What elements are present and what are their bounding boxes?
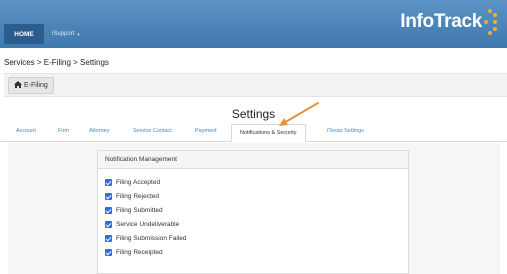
option-label: Service Undeliverable bbox=[116, 221, 180, 228]
checkbox-checked-icon[interactable] bbox=[105, 221, 112, 228]
option-label: Filing Receipted bbox=[116, 249, 163, 256]
option-label: Filing Submission Failed bbox=[116, 235, 187, 242]
notification-management-panel: Notification Management Filing Accepted … bbox=[97, 150, 409, 274]
panel-title: Notification Management bbox=[98, 151, 408, 169]
option-label: Filing Rejected bbox=[116, 193, 159, 200]
option-filing-accepted[interactable]: Filing Accepted bbox=[105, 179, 160, 186]
option-filing-submission-failed[interactable]: Filing Submission Failed bbox=[105, 235, 186, 242]
checkbox-checked-icon[interactable] bbox=[105, 193, 112, 200]
option-label: Filing Accepted bbox=[116, 179, 161, 186]
option-label: Filing Submitted bbox=[116, 207, 163, 214]
checkbox-checked-icon[interactable] bbox=[105, 207, 112, 214]
checkbox-checked-icon[interactable] bbox=[105, 235, 112, 242]
checkbox-checked-icon[interactable] bbox=[105, 179, 112, 186]
option-filing-receipted[interactable]: Filing Receipted bbox=[105, 249, 163, 256]
checkbox-checked-icon[interactable] bbox=[105, 249, 112, 256]
option-filing-rejected[interactable]: Filing Rejected bbox=[105, 193, 159, 200]
option-filing-submitted[interactable]: Filing Submitted bbox=[105, 207, 163, 214]
option-service-undeliverable[interactable]: Service Undeliverable bbox=[105, 221, 179, 228]
